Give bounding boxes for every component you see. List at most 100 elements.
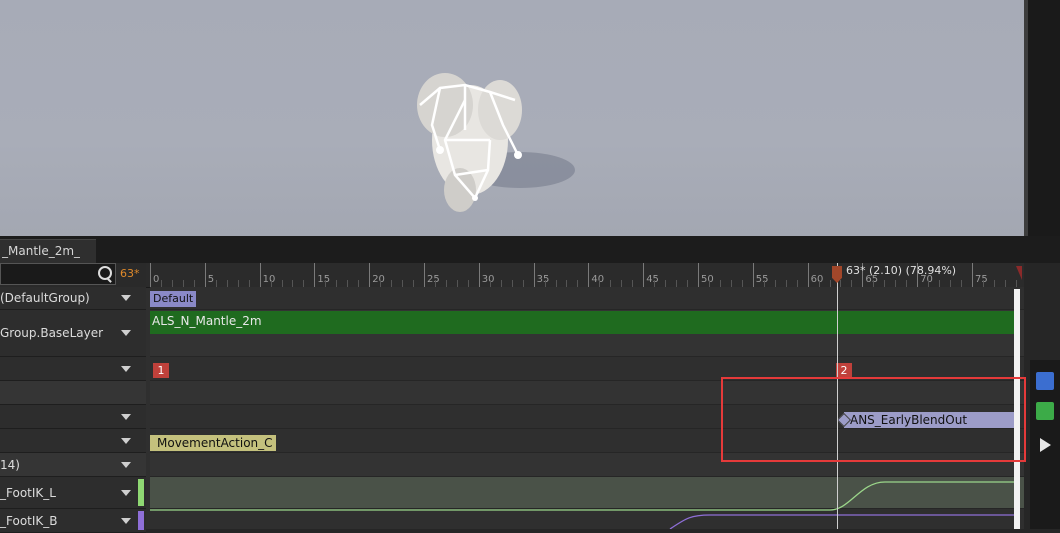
ruler-tick — [314, 263, 316, 287]
ruler-minor-tick — [993, 280, 995, 287]
ruler-minor-tick — [270, 280, 272, 287]
ruler-minor-tick — [544, 280, 546, 287]
ruler-minor-tick — [906, 280, 908, 287]
ruler-minor-tick — [785, 280, 787, 287]
ruler-minor-tick — [281, 280, 283, 287]
ruler-minor-tick — [961, 280, 963, 287]
chevron-down-icon[interactable] — [121, 461, 131, 468]
ruler-minor-tick — [434, 280, 436, 287]
track-label: _FootIK_L — [0, 485, 56, 500]
chevron-down-icon[interactable] — [121, 489, 131, 496]
ruler-tick-label: 0 — [153, 274, 160, 285]
track-row-sections[interactable] — [0, 357, 146, 381]
ruler-tick-label: 30 — [481, 274, 495, 285]
search-icon[interactable] — [98, 266, 112, 280]
ruler-minor-tick — [402, 280, 404, 287]
track-row-notifies-header[interactable] — [0, 381, 146, 405]
ruler-tick — [259, 263, 261, 287]
ruler-minor-tick — [708, 280, 710, 287]
ruler-tick — [204, 263, 206, 287]
ruler-tick-label: 20 — [372, 274, 385, 285]
section-marker-1[interactable]: 1 — [153, 363, 169, 378]
chevron-down-icon[interactable] — [121, 517, 131, 524]
chevron-down-icon[interactable] — [121, 413, 131, 420]
ruler-minor-tick — [182, 280, 184, 287]
ruler-tick-label: 35 — [536, 274, 550, 285]
ruler-minor-tick — [303, 280, 305, 287]
ruler-tick-label: 15 — [317, 274, 331, 285]
ruler-tick — [533, 263, 535, 287]
curve-graph — [150, 481, 1014, 529]
ruler-minor-tick — [566, 280, 568, 287]
ruler-minor-tick — [215, 280, 217, 287]
ruler-minor-tick — [654, 280, 656, 287]
anim-sequence-label: ALS_N_Mantle_2m — [152, 314, 262, 328]
track-list-panel: 63* (DefaultGroup) Group.BaseLayer 14) _… — [0, 263, 146, 533]
ruler-minor-tick — [171, 280, 173, 287]
current-frame-indicator: 63* — [120, 267, 140, 280]
ruler-minor-tick — [928, 280, 930, 287]
play-icon[interactable] — [1036, 436, 1054, 454]
ruler-minor-tick — [248, 280, 250, 287]
slot-group-chip[interactable]: Default — [150, 291, 197, 307]
ruler-minor-tick — [237, 280, 239, 287]
animation-viewport[interactable] — [0, 0, 1024, 236]
ruler-tick — [972, 263, 973, 287]
ruler-minor-tick — [676, 280, 678, 287]
ruler-minor-tick — [621, 280, 623, 287]
track-label: Group.BaseLayer — [0, 326, 104, 340]
section-marker-2[interactable]: 2 — [836, 363, 852, 378]
chevron-down-icon[interactable] — [121, 330, 131, 336]
ruler-minor-tick — [895, 280, 897, 287]
track-row-curves-header[interactable]: 14) — [0, 453, 146, 477]
track-label: _FootIK_B — [0, 513, 58, 528]
track-row-notify-1[interactable] — [0, 405, 146, 429]
ruler-tick — [752, 263, 754, 287]
ruler-minor-tick — [719, 280, 721, 287]
track-row-foot-ik-b[interactable]: _FootIK_B — [0, 509, 146, 533]
ruler-minor-tick — [489, 280, 491, 287]
ruler-tick — [588, 263, 590, 287]
ruler-minor-tick — [730, 280, 732, 287]
track-row-notify-2[interactable] — [0, 429, 146, 453]
ruler-minor-tick — [445, 280, 447, 287]
ruler-minor-tick — [818, 280, 820, 287]
ruler-minor-tick — [687, 280, 689, 287]
ruler-minor-tick — [610, 280, 612, 287]
ruler-minor-tick — [884, 280, 886, 287]
ruler-minor-tick — [358, 280, 360, 287]
ruler-tick — [424, 263, 425, 287]
ruler-minor-tick — [665, 280, 667, 287]
track-row-base-layer[interactable]: Group.BaseLayer — [0, 310, 146, 357]
chevron-down-icon[interactable] — [121, 437, 131, 444]
ruler-minor-tick — [796, 280, 798, 287]
character-mesh-icon — [417, 73, 575, 212]
ruler-tick — [698, 263, 699, 287]
ruler-tick-label: 5 — [207, 274, 215, 285]
ruler-minor-tick — [522, 280, 524, 287]
anim-sequence-bar[interactable]: ALS_N_Mantle_2m — [150, 311, 1014, 334]
document-icon[interactable] — [1036, 402, 1054, 420]
ruler-minor-tick — [741, 280, 743, 287]
tab-title: _Mantle_2m_Mo — [2, 244, 80, 258]
ruler-minor-tick — [160, 280, 162, 287]
ruler-tick — [150, 263, 151, 287]
ruler-tick-label: 75 — [975, 274, 988, 285]
ruler-minor-tick — [851, 280, 853, 287]
notify-movement-action[interactable]: MovementAction_C — [150, 435, 276, 451]
highlight-box — [721, 377, 1026, 462]
track-row-foot-ik-l[interactable]: _FootIK_L — [0, 477, 146, 509]
tab-animation-sequence[interactable]: _Mantle_2m_Mo — [0, 239, 96, 264]
curve-color-swatch — [138, 511, 144, 530]
ruler-minor-tick — [1004, 280, 1006, 287]
ruler-minor-tick — [840, 280, 842, 287]
table-icon[interactable] — [1036, 372, 1054, 390]
chevron-down-icon[interactable] — [121, 365, 131, 372]
ruler-tick — [369, 263, 371, 287]
track-row-default-group[interactable]: (DefaultGroup) — [0, 287, 146, 310]
chevron-down-icon[interactable] — [121, 295, 131, 301]
track-label: 14) — [0, 457, 20, 472]
ruler-minor-tick — [226, 280, 228, 287]
lane-slot — [150, 287, 1024, 310]
ruler-minor-tick — [467, 280, 469, 287]
